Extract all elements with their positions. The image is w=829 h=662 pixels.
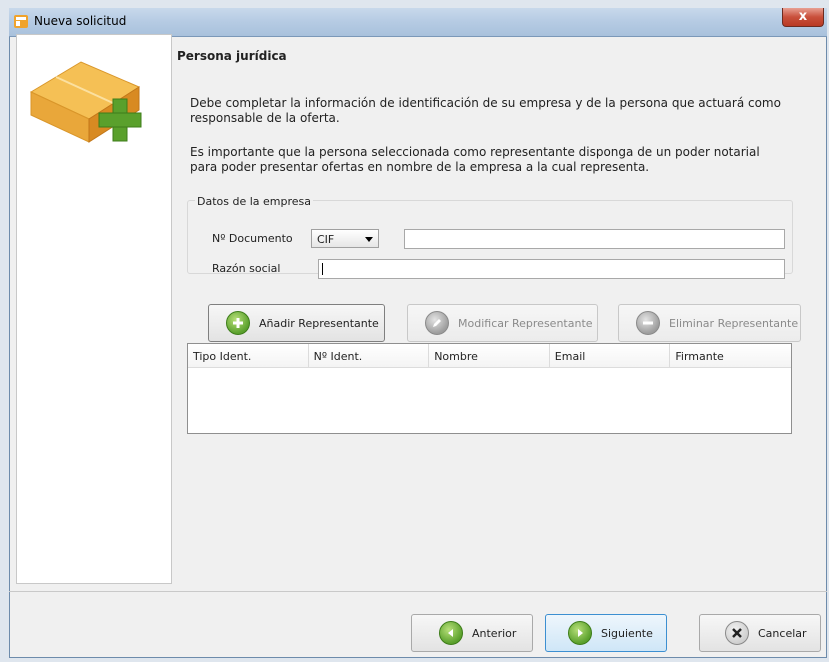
column-header[interactable]: Email [550, 344, 671, 367]
app-icon [14, 15, 28, 28]
footer-divider [9, 591, 827, 592]
company-group-label: Datos de la empresa [195, 195, 314, 208]
doc-type-value: CIF [317, 233, 335, 246]
delete-representative-label: Eliminar Representante [669, 316, 799, 330]
table-header: Tipo Ident. Nº Ident. Nombre Email Firma… [188, 344, 791, 368]
add-representative-label: Añadir Representante [259, 316, 379, 330]
x-icon [725, 621, 749, 645]
column-header[interactable]: Nombre [429, 344, 550, 367]
cancel-button[interactable]: Cancelar [699, 614, 821, 652]
sidebar-panel [16, 34, 172, 584]
cancel-label: Cancelar [758, 626, 807, 640]
column-header[interactable]: Nº Ident. [309, 344, 430, 367]
next-label: Siguiente [601, 626, 653, 640]
close-icon: x [798, 9, 808, 24]
pencil-icon [425, 311, 449, 335]
page-title: Persona jurídica [177, 49, 287, 63]
minus-icon [636, 311, 660, 335]
column-header[interactable]: Firmante [670, 344, 791, 367]
chevron-down-icon [365, 237, 373, 242]
doc-number-input[interactable] [404, 229, 785, 249]
company-name-input[interactable] [318, 259, 785, 279]
next-button[interactable]: Siguiente [545, 614, 667, 652]
add-representative-button[interactable]: Añadir Representante [208, 304, 385, 342]
company-name-label: Razón social [212, 262, 281, 275]
column-header[interactable]: Tipo Ident. [188, 344, 309, 367]
window-title: Nueva solicitud [34, 14, 127, 28]
modify-representative-label: Modificar Representante [458, 316, 593, 330]
previous-label: Anterior [472, 626, 517, 640]
plus-icon [226, 311, 250, 335]
arrow-right-icon [568, 621, 592, 645]
previous-button[interactable]: Anterior [411, 614, 533, 652]
package-add-icon [29, 61, 142, 143]
representatives-table[interactable]: Tipo Ident. Nº Ident. Nombre Email Firma… [187, 343, 792, 434]
notice-paragraph: Es importante que la persona seleccionad… [190, 145, 760, 174]
modify-representative-button[interactable]: Modificar Representante [407, 304, 598, 342]
close-button[interactable]: x [782, 8, 824, 27]
arrow-left-icon [439, 621, 463, 645]
title-bar[interactable]: Nueva solicitud x [9, 8, 827, 37]
intro-paragraph: Debe completar la información de identif… [190, 96, 781, 125]
doc-number-label: Nº Documento [212, 232, 293, 245]
delete-representative-button[interactable]: Eliminar Representante [618, 304, 801, 342]
doc-type-select[interactable]: CIF [311, 229, 379, 248]
text-cursor [322, 263, 323, 275]
